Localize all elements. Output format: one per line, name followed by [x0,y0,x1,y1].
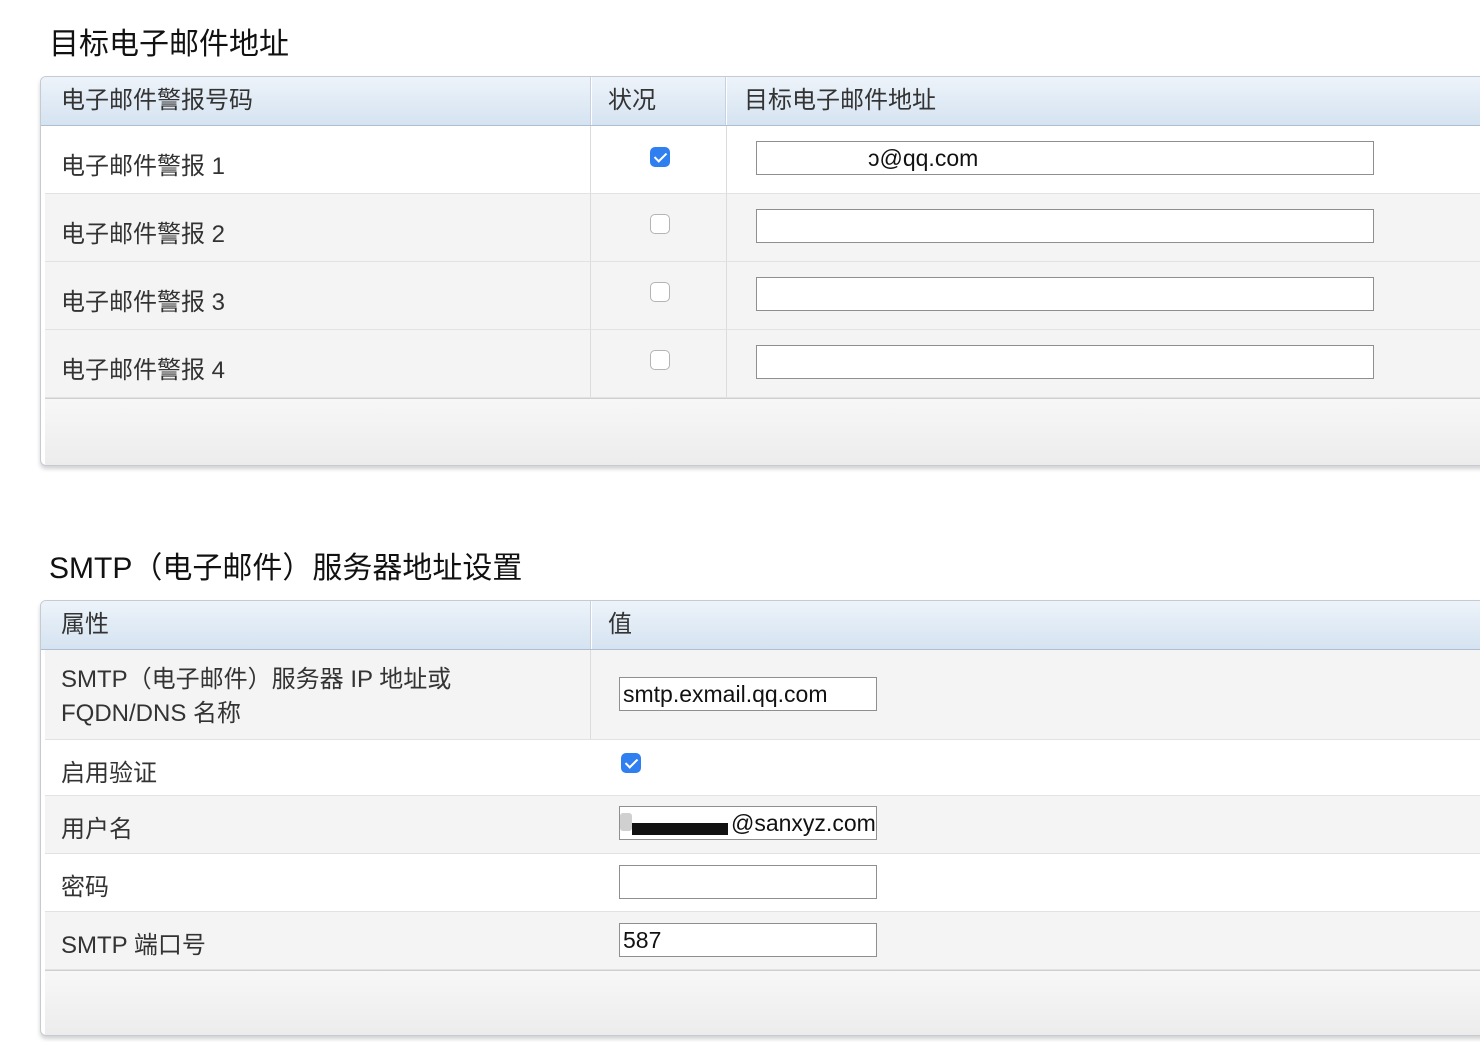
alerts-table-header: 电子邮件警报号码 状况 目标电子邮件地址 [41,77,1480,126]
alerts-section-title: 目标电子邮件地址 [49,28,289,61]
alert-row-3: 电子邮件警报 3 [45,262,1480,330]
smtp-password-row: 密码 [45,854,1480,912]
enable-auth-checkbox[interactable] [621,753,641,773]
header-alert-number: 电子邮件警报号码 [61,87,253,114]
smtp-port-value: 587 [623,927,662,953]
column-separator [726,262,727,329]
column-separator [590,262,591,329]
smtp-server-label: SMTP（电子邮件）服务器 IP 地址或 FQDN/DNS 名称 [61,663,451,731]
alert-1-status-checkbox[interactable] [650,147,670,167]
alert-row-label: 电子邮件警报 4 [61,357,226,384]
smtp-table: 属性 值 SMTP（电子邮件）服务器 IP 地址或 FQDN/DNS 名称 sm… [40,600,1480,1036]
smtp-section-title: SMTP（电子邮件）服务器地址设置 [49,552,523,585]
alert-4-address-input[interactable] [756,345,1374,379]
smtp-port-label: SMTP 端口号 [61,932,206,959]
alerts-table: 电子邮件警报号码 状况 目标电子邮件地址 电子邮件警报 1 ↄ@qq.com 电… [40,76,1480,466]
column-separator [726,330,727,397]
alert-4-status-checkbox[interactable] [650,350,670,370]
header-status: 状况 [608,87,656,114]
smtp-port-input[interactable]: 587 [619,923,877,957]
alert-row-label: 电子邮件警报 2 [61,221,226,248]
column-separator [590,194,591,261]
header-value: 值 [608,611,632,638]
header-target-address: 目标电子邮件地址 [744,87,936,114]
alert-row-label: 电子邮件警报 3 [61,289,226,316]
smtp-server-label-line1: SMTP（电子邮件）服务器 IP 地址或 [61,666,452,693]
smtp-server-value: smtp.exmail.qq.com [623,681,828,707]
alert-row-1: 电子邮件警报 1 ↄ@qq.com [45,126,1480,194]
column-separator [726,194,727,261]
smtp-username-value: @sanxyz.com [731,810,876,836]
smtp-username-input[interactable]: @sanxyz.com [619,806,877,840]
column-separator [590,126,591,193]
alert-2-address-input[interactable] [756,209,1374,243]
column-separator [590,650,591,739]
page: 目标电子邮件地址 电子邮件警报号码 状况 目标电子邮件地址 电子邮件警报 1 ↄ… [0,0,1480,1042]
header-separator [725,77,727,125]
smtp-auth-row: 启用验证 [45,740,1480,796]
alert-row-label: 电子邮件警报 1 [61,153,226,180]
smtp-server-row: SMTP（电子邮件）服务器 IP 地址或 FQDN/DNS 名称 smtp.ex… [45,650,1480,740]
header-separator [590,77,592,125]
alert-1-address-prefix: ↄ [868,145,880,171]
alert-3-status-checkbox[interactable] [650,282,670,302]
alert-row-4: 电子邮件警报 4 [45,330,1480,398]
smtp-password-label: 密码 [61,874,109,901]
alert-1-address-value: @qq.com [879,145,979,171]
smtp-server-label-line2: FQDN/DNS 名称 [61,700,241,727]
column-separator [590,330,591,397]
alert-3-address-input[interactable] [756,277,1374,311]
alerts-table-footer [45,398,1480,465]
smtp-table-header: 属性 值 [41,601,1480,650]
smtp-server-input[interactable]: smtp.exmail.qq.com [619,677,877,711]
smtp-table-footer [45,970,1480,1035]
smtp-port-row: SMTP 端口号 587 [45,912,1480,970]
header-property: 属性 [61,611,109,638]
redacted-area [757,142,869,174]
smtp-password-input[interactable] [619,865,877,899]
smtp-username-row: 用户名 @sanxyz.com [45,796,1480,854]
column-separator [726,126,727,193]
header-separator [590,601,592,649]
redacted-area [620,813,632,831]
smtp-auth-label: 启用验证 [61,760,157,787]
redacted-area [632,823,728,835]
smtp-username-label: 用户名 [61,816,133,843]
alert-1-address-input[interactable]: ↄ@qq.com [756,141,1374,175]
alert-2-status-checkbox[interactable] [650,214,670,234]
alert-row-2: 电子邮件警报 2 [45,194,1480,262]
